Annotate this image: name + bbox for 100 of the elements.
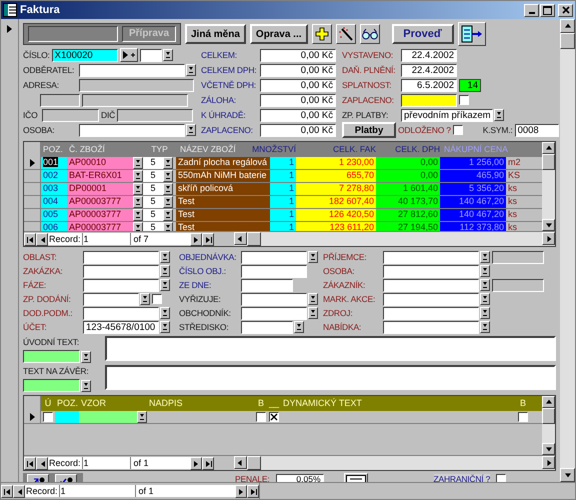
dropdown-button[interactable] [81,350,91,362]
last-record-button[interactable] [246,484,259,498]
payments-button[interactable]: Platby [342,122,396,138]
scroll-right-button[interactable] [542,232,555,245]
input-field[interactable] [241,320,293,334]
scroll-up-button[interactable] [542,142,555,154]
input-field[interactable] [83,250,159,264]
scroll-thumb[interactable] [542,154,555,170]
dropdown-button[interactable] [186,64,196,76]
dropdown-button[interactable] [137,411,147,423]
text-area[interactable] [105,365,556,390]
input-field[interactable] [23,379,80,392]
input-field[interactable] [383,306,479,320]
input-field[interactable] [79,78,194,92]
record-number-field[interactable]: 1 [82,457,130,469]
dropdown-button[interactable] [160,307,170,319]
dropdown-button[interactable] [480,251,490,263]
input-field[interactable] [492,250,544,264]
scroll-down-button[interactable] [560,468,575,482]
dropdown-button[interactable] [480,279,490,291]
input-field[interactable]: 0,00 Kč [260,64,336,76]
dropdown-button[interactable] [163,209,173,221]
first-record-button[interactable] [24,456,36,470]
column-header[interactable]: POZ. [55,396,79,411]
input-field[interactable] [241,292,307,306]
checkbox[interactable] [256,412,266,422]
dropdown-button[interactable] [160,265,170,277]
horizontal-scrollbar[interactable] [234,456,555,470]
dropdown-button[interactable] [480,321,490,333]
next-record-button[interactable] [190,232,202,246]
record-number-field[interactable]: 1 [82,233,130,245]
toolbar-button[interactable]: Jiná měna [185,24,246,44]
scroll-thumb[interactable] [246,232,261,246]
input-field[interactable] [117,108,194,122]
input-field[interactable]: 0,00 Kč [260,124,336,136]
dropdown-button[interactable] [294,321,304,333]
column-header[interactable]: Ú [41,396,55,411]
input-field[interactable] [383,292,479,306]
input-field[interactable] [42,108,99,122]
first-record-button[interactable] [24,232,36,246]
column-header[interactable]: NADPIS [147,396,255,411]
input-field[interactable]: 0008 [514,124,559,136]
input-field[interactable] [40,94,80,106]
record-number-field[interactable]: 1 [60,485,135,497]
column-header[interactable]: B [517,396,529,411]
dropdown-button[interactable] [308,307,318,319]
last-record-button[interactable] [202,232,214,246]
previous-record-button[interactable] [36,456,48,470]
column-header[interactable]: VZOR [79,396,137,411]
input-field[interactable]: 6.5.2002 [401,78,457,92]
checkbox[interactable] [152,294,162,304]
input-field[interactable] [383,250,479,264]
next-record-button[interactable] [234,484,247,498]
checkbox[interactable] [269,412,279,422]
dropdown-button[interactable] [160,279,170,291]
form-button[interactable] [344,473,368,482]
column-header[interactable]: DYNAMICKÝ TEXT [281,396,517,411]
wand-button[interactable] [336,24,356,44]
vertical-scrollbar[interactable] [560,19,575,482]
run-button[interactable]: Proveď [392,24,454,44]
next-record-button[interactable] [190,456,202,470]
dropdown-button[interactable] [480,293,490,305]
dropdown-button[interactable] [163,170,173,182]
dropdown-button[interactable] [162,49,173,61]
scroll-left-button[interactable] [234,456,247,469]
dropdown-button[interactable] [133,157,143,169]
exit-button[interactable] [458,22,486,46]
dropdown-button[interactable] [480,265,490,277]
scroll-thumb[interactable] [542,408,555,424]
vertical-scrollbar[interactable] [542,396,555,455]
input-field[interactable] [79,64,185,76]
column-header[interactable]: __ [267,396,281,411]
dropdown-button[interactable] [133,196,143,208]
input-field[interactable]: 0,00 Kč [260,78,336,92]
input-field[interactable] [383,320,479,334]
dropdown-button[interactable] [133,183,143,195]
input-field[interactable]: 123-45678/0100 [83,320,159,334]
input-field[interactable]: 0,00 Kč [260,94,336,106]
checkbox[interactable] [459,95,469,105]
input-field[interactable] [241,250,307,264]
scroll-down-button[interactable] [542,219,555,231]
dropdown-button[interactable] [133,222,143,231]
close-button[interactable] [558,4,573,16]
scroll-up-button[interactable] [542,396,555,408]
dropdown-button[interactable] [163,183,173,195]
input-field[interactable] [140,48,162,62]
input-field[interactable] [241,264,307,278]
dropdown-button[interactable] [133,209,143,221]
checkbox[interactable] [518,412,528,422]
dropdown-button[interactable] [480,307,490,319]
goto-button[interactable] [120,48,138,62]
horizontal-scrollbar[interactable] [234,232,555,246]
dropdown-button[interactable] [140,293,150,305]
dropdown-button[interactable] [308,293,318,305]
dropdown-button[interactable] [494,109,504,121]
input-field[interactable]: 0,00 Kč [260,108,336,122]
input-field[interactable] [492,278,544,292]
input-field[interactable] [401,94,457,106]
dropdown-button[interactable] [163,196,173,208]
column-header[interactable]: B [255,396,267,411]
